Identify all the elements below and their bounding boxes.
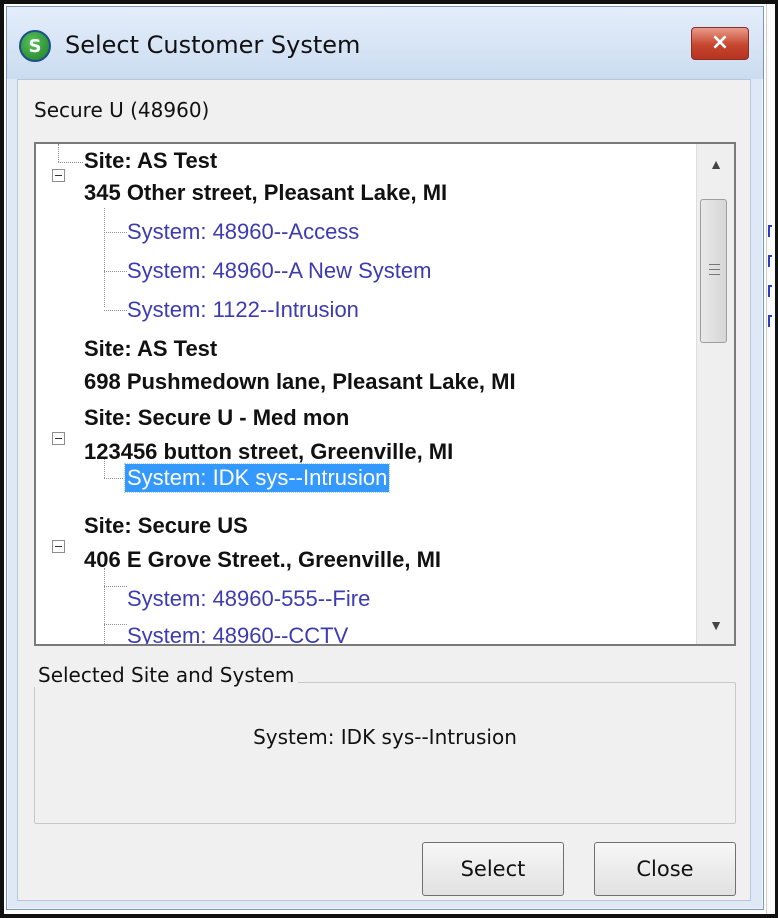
site-2-address[interactable]: 698 Pushmedown lane, Pleasant Lake, MI — [84, 368, 516, 396]
background-window-mark — [768, 255, 772, 267]
minus-icon — [55, 438, 62, 439]
site-3-name[interactable]: Site: Secure U - Med mon — [84, 404, 349, 432]
app-logo-glyph: S — [28, 36, 42, 57]
customer-system-tree[interactable]: Site: AS Test 345 Other street, Pleasant… — [34, 142, 736, 646]
grip-lines-icon — [709, 264, 720, 265]
site-4-system-1-connector — [104, 586, 127, 587]
site-2-name[interactable]: Site: AS Test — [84, 335, 217, 363]
dialog-title: Select Customer System — [65, 31, 361, 59]
site-4-system-2-connector — [104, 624, 127, 625]
arrow-down-icon[interactable]: ▼ — [697, 607, 734, 643]
tree-vertical-scrollbar[interactable]: ▲ ▼ — [696, 144, 734, 644]
site-1-system-3-connector — [104, 310, 127, 311]
grip-lines-icon — [709, 274, 720, 275]
site-1-system-3[interactable]: System: 1122--Intrusion — [127, 296, 359, 324]
close-icon: × — [710, 30, 730, 55]
site-3-address[interactable]: 123456 button street, Greenville, MI — [84, 438, 453, 466]
selected-site-system-value: System: IDK sys--Intrusion — [253, 725, 517, 749]
title-bar[interactable]: S Select Customer System × — [7, 7, 763, 79]
arrow-up-icon[interactable]: ▲ — [697, 146, 734, 182]
site-3-system-1-selected[interactable]: System: IDK sys--Intrusion — [123, 463, 391, 493]
select-customer-system-dialog: S Select Customer System × Secure U (489… — [6, 6, 764, 910]
site-1-collapse-toggle[interactable] — [52, 169, 65, 182]
site-1-system-connector — [104, 208, 105, 307]
window-close-button[interactable]: × — [691, 27, 749, 60]
site-4-address[interactable]: 406 E Grove Street., Greenville, MI — [84, 546, 441, 574]
background-window-mark — [768, 285, 772, 297]
tree-root-branch — [58, 162, 83, 163]
minus-icon — [55, 175, 62, 176]
background-window-mark — [768, 225, 772, 237]
site-4-system-connector — [104, 568, 105, 644]
select-button[interactable]: Select — [422, 842, 564, 896]
background-window-edge — [766, 4, 775, 914]
site-4-system-1[interactable]: System: 48960-555--Fire — [127, 585, 370, 613]
minus-icon — [55, 546, 62, 547]
tree-root-connector — [58, 144, 59, 162]
grip-lines-icon — [709, 269, 720, 270]
site-1-system-2[interactable]: System: 48960--A New System — [127, 257, 431, 285]
dialog-client-area: Secure U (48960) Site: AS Test 345 Other… — [17, 79, 751, 901]
close-button[interactable]: Close — [594, 842, 736, 896]
site-1-name[interactable]: Site: AS Test — [84, 147, 217, 175]
background-window-mark — [768, 315, 772, 327]
site-1-system-1-connector — [104, 232, 127, 233]
site-3-system-1-connector — [104, 478, 127, 479]
site-4-system-2[interactable]: System: 48960--CCTV — [127, 622, 348, 644]
app-logo-icon: S — [19, 30, 51, 62]
site-1-system-1[interactable]: System: 48960--Access — [127, 218, 359, 246]
selected-site-system-group: System: IDK sys--Intrusion — [34, 682, 736, 824]
tree-scroll-thumb[interactable] — [700, 199, 727, 343]
customer-label: Secure U (48960) — [34, 98, 210, 122]
site-1-system-2-connector — [104, 271, 127, 272]
site-4-collapse-toggle[interactable] — [52, 540, 65, 553]
site-3-collapse-toggle[interactable] — [52, 432, 65, 445]
site-4-name[interactable]: Site: Secure US — [84, 512, 248, 540]
selected-site-system-legend: Selected Site and System — [34, 663, 299, 687]
site-1-address[interactable]: 345 Other street, Pleasant Lake, MI — [84, 179, 447, 207]
